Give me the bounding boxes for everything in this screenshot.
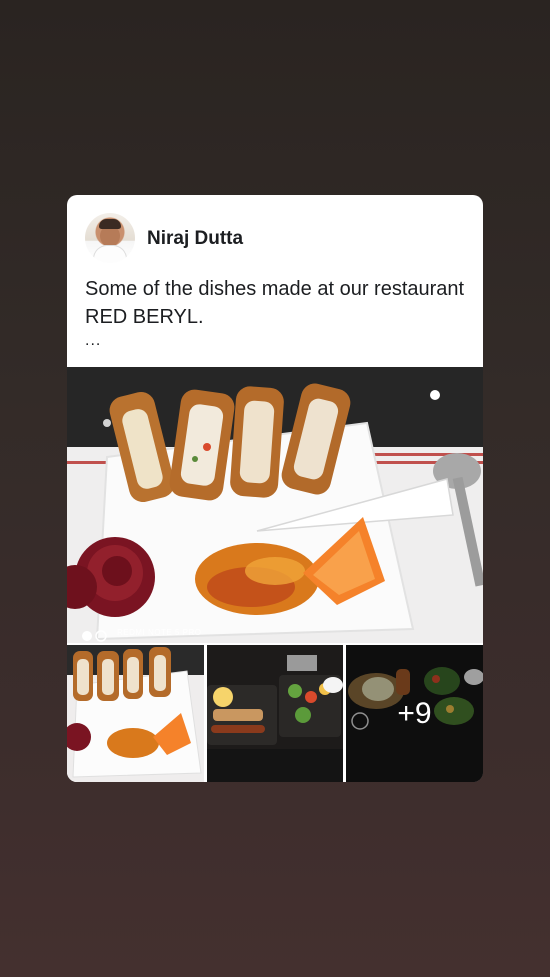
- food-spring-rolls-thumbnail: [67, 645, 204, 782]
- see-more-link[interactable]: ...: [85, 332, 101, 350]
- author-name[interactable]: Niraj Dutta: [147, 228, 243, 250]
- thumbnail-photo-2[interactable]: [207, 645, 343, 782]
- post-text: Some of the dishes made at our restauran…: [85, 278, 465, 328]
- thumbnail-photo-1[interactable]: [67, 645, 204, 782]
- food-spring-rolls-image: [67, 367, 483, 643]
- thumbnail-photo-3[interactable]: +9: [346, 645, 483, 782]
- avatar[interactable]: [85, 213, 135, 263]
- post-header: Niraj Dutta: [67, 195, 483, 285]
- post-card: Niraj Dutta Some of the dishes made at o…: [67, 195, 483, 782]
- photo-watermark: REDMI NOTE 5 PRO: [117, 628, 202, 637]
- main-photo[interactable]: REDMI NOTE 5 PRO: [67, 367, 483, 643]
- more-photos-count[interactable]: +9: [346, 645, 483, 782]
- photo-thumbnails: +9: [67, 645, 483, 782]
- food-platter-thumbnail: [207, 645, 343, 782]
- camera-watermark-icon: [82, 630, 107, 642]
